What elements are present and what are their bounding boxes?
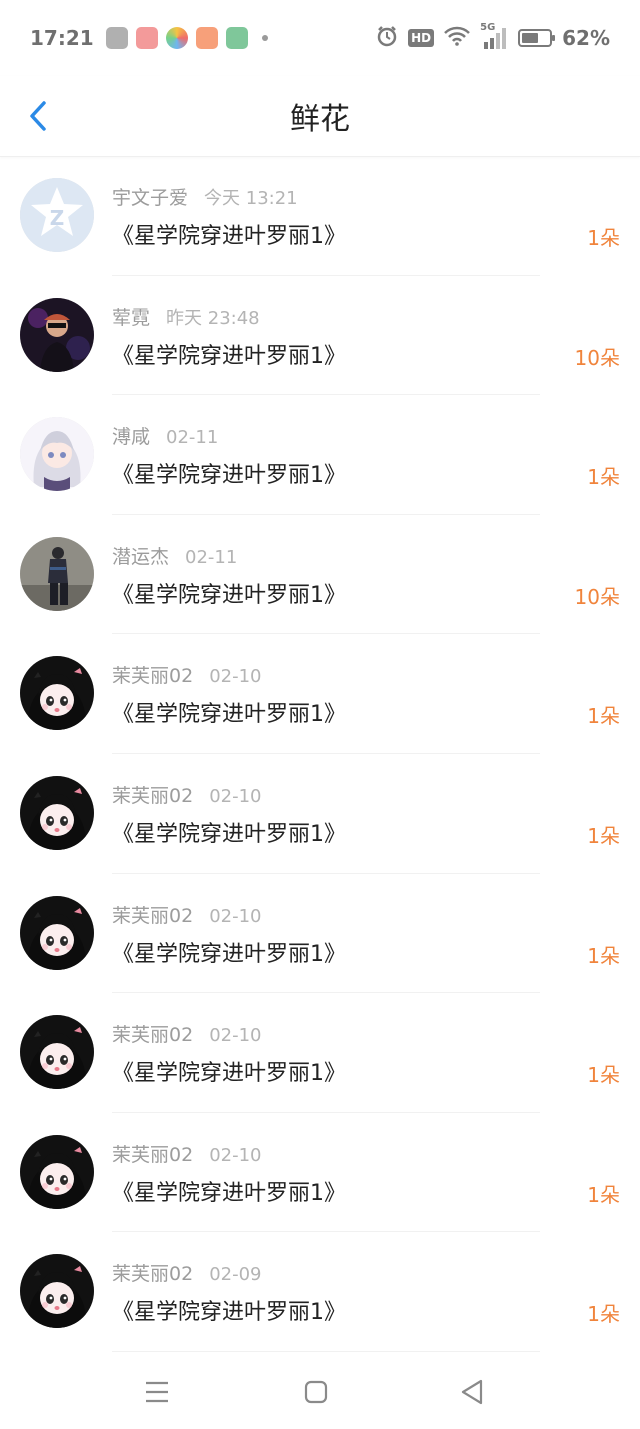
flower-count: 1朵	[587, 226, 620, 250]
flower-count: 1朵	[587, 1063, 620, 1088]
svg-text:Z: Z	[50, 206, 65, 230]
flower-count: 1朵	[587, 823, 620, 848]
list-item[interactable]: 茉芙丽02 02-09 《星学院穿进叶罗丽1》 1朵	[0, 1232, 640, 1352]
sent-time: 02-09	[209, 1264, 262, 1286]
status-left: 17:21	[30, 26, 268, 50]
sent-time: 昨天 23:48	[166, 307, 260, 329]
hd-badge: HD	[408, 29, 435, 47]
flower-list: Z 宇文子爱 今天 13:21 《星学院穿进叶罗丽1》 1朵 荤霓 昨天 23:48 《星学院…	[0, 156, 640, 1352]
sender-meta: 茉芙丽02 02-10	[112, 781, 262, 808]
sender-name[interactable]: 茉芙丽02	[112, 1144, 193, 1166]
flower-count: 1朵	[587, 465, 620, 490]
more-notifications-dot	[261, 35, 268, 41]
status-time: 17:21	[30, 26, 94, 50]
sender-name[interactable]: 茉芙丽02	[112, 1024, 193, 1046]
signal-icon: 5G	[480, 22, 508, 50]
listen-icon	[195, 27, 218, 49]
book-title[interactable]: 《星学院穿进叶罗丽1》	[112, 1294, 346, 1326]
status-right: HD 5G 62%	[376, 22, 610, 52]
system-nav-bar	[0, 1350, 640, 1429]
avatar[interactable]	[20, 417, 94, 492]
sender-meta: 潜运杰 02-11	[112, 542, 237, 569]
list-item[interactable]: 茉芙丽02 02-10 《星学院穿进叶罗丽1》 1朵	[0, 1113, 640, 1233]
back-triangle-icon	[461, 1379, 483, 1405]
avatar[interactable]: Z	[20, 178, 94, 252]
sender-name[interactable]: 潜运杰	[112, 546, 169, 568]
sent-time: 今天 13:21	[204, 188, 298, 209]
flower-count: 1朵	[587, 704, 620, 729]
sender-name[interactable]: 茉芙丽02	[112, 785, 193, 807]
sent-time: 02-10	[209, 785, 262, 807]
flower-count: 1朵	[587, 943, 620, 968]
list-item[interactable]: Z 宇文子爱 今天 13:21 《星学院穿进叶罗丽1》 1朵	[0, 156, 640, 276]
list-item[interactable]: 荤霓 昨天 23:48 《星学院穿进叶罗丽1》 10朵	[0, 276, 640, 396]
page-title: 鲜花	[290, 102, 350, 137]
sender-meta: 茉芙丽02 02-09	[112, 1259, 262, 1286]
avatar[interactable]	[20, 656, 94, 731]
sent-time: 02-11	[185, 546, 238, 568]
book-title[interactable]: 《星学院穿进叶罗丽1》	[112, 338, 346, 370]
avatar[interactable]	[20, 1134, 94, 1209]
book-title[interactable]: 《星学院穿进叶罗丽1》	[112, 577, 346, 609]
sent-time: 02-10	[209, 905, 262, 927]
photos-icon	[165, 27, 188, 49]
menu-icon	[146, 1381, 168, 1403]
sender-name[interactable]: 茉芙丽02	[112, 665, 193, 687]
status-bar: 17:21 HD 5G 62%	[0, 0, 640, 76]
avatar[interactable]	[20, 895, 94, 970]
toutiao-icon	[135, 27, 158, 49]
sender-meta: 荤霓 昨天 23:48	[112, 303, 260, 330]
home-button[interactable]	[296, 1372, 336, 1412]
book-title[interactable]: 《星学院穿进叶罗丽1》	[112, 696, 346, 728]
sender-meta: 茉芙丽02 02-10	[112, 661, 262, 688]
list-item[interactable]: 潜运杰 02-11 《星学院穿进叶罗丽1》 10朵	[0, 515, 640, 635]
avatar[interactable]	[20, 775, 94, 850]
home-icon	[304, 1380, 328, 1404]
flower-count: 1朵	[587, 1182, 620, 1207]
sent-time: 02-10	[209, 1144, 262, 1166]
flower-count: 10朵	[574, 345, 620, 370]
avatar[interactable]	[20, 536, 94, 611]
list-item[interactable]: 溥咸 02-11 《星学院穿进叶罗丽1》 1朵	[0, 395, 640, 515]
sent-time: 02-11	[166, 427, 219, 449]
flower-count: 10朵	[574, 584, 620, 609]
sent-time: 02-10	[209, 666, 262, 688]
sender-meta: 茉芙丽02 02-10	[112, 901, 262, 928]
list-item[interactable]: 茉芙丽02 02-10 《星学院穿进叶罗丽1》 1朵	[0, 993, 640, 1113]
system-back-button[interactable]	[452, 1372, 492, 1412]
sender-name[interactable]: 荤霓	[112, 307, 150, 329]
book-title[interactable]: 《星学院穿进叶罗丽1》	[112, 1055, 346, 1087]
battery-percent: 62%	[562, 26, 610, 50]
sender-meta: 宇文子爱 今天 13:21	[112, 183, 298, 210]
sent-time: 02-10	[209, 1025, 262, 1047]
wifi-icon	[444, 26, 471, 51]
sender-name[interactable]: 宇文子爱	[112, 187, 188, 209]
list-item[interactable]: 茉芙丽02 02-10 《星学院穿进叶罗丽1》 1朵	[0, 754, 640, 874]
book-title[interactable]: 《星学院穿进叶罗丽1》	[112, 457, 346, 489]
list-item[interactable]: 茉芙丽02 02-10 《星学院穿进叶罗丽1》 1朵	[0, 634, 640, 754]
book-title[interactable]: 《星学院穿进叶罗丽1》	[112, 218, 346, 250]
avatar[interactable]	[20, 297, 94, 372]
title-bar: 鲜花	[0, 76, 640, 157]
sender-meta: 茉芙丽02 02-10	[112, 1020, 262, 1047]
book-title[interactable]: 《星学院穿进叶罗丽1》	[112, 936, 346, 968]
avatar[interactable]	[20, 1015, 94, 1090]
avatar[interactable]	[20, 1254, 94, 1329]
flower-count: 1朵	[587, 1302, 620, 1327]
book-title[interactable]: 《星学院穿进叶罗丽1》	[112, 1175, 346, 1207]
menu-button[interactable]	[137, 1372, 177, 1412]
battery-level	[522, 33, 539, 43]
sender-meta: 溥咸 02-11	[112, 422, 218, 449]
alarm-icon	[376, 25, 398, 52]
battery-icon	[518, 29, 556, 47]
oppo-store-icon	[225, 27, 248, 49]
list-item[interactable]: 茉芙丽02 02-10 《星学院穿进叶罗丽1》 1朵	[0, 874, 640, 994]
sender-name[interactable]: 茉芙丽02	[112, 905, 193, 927]
weibo-icon	[105, 27, 128, 49]
sender-meta: 茉芙丽02 02-10	[112, 1140, 262, 1167]
book-title[interactable]: 《星学院穿进叶罗丽1》	[112, 816, 346, 848]
sender-name[interactable]: 茉芙丽02	[112, 1263, 193, 1285]
sender-name[interactable]: 溥咸	[112, 426, 150, 448]
